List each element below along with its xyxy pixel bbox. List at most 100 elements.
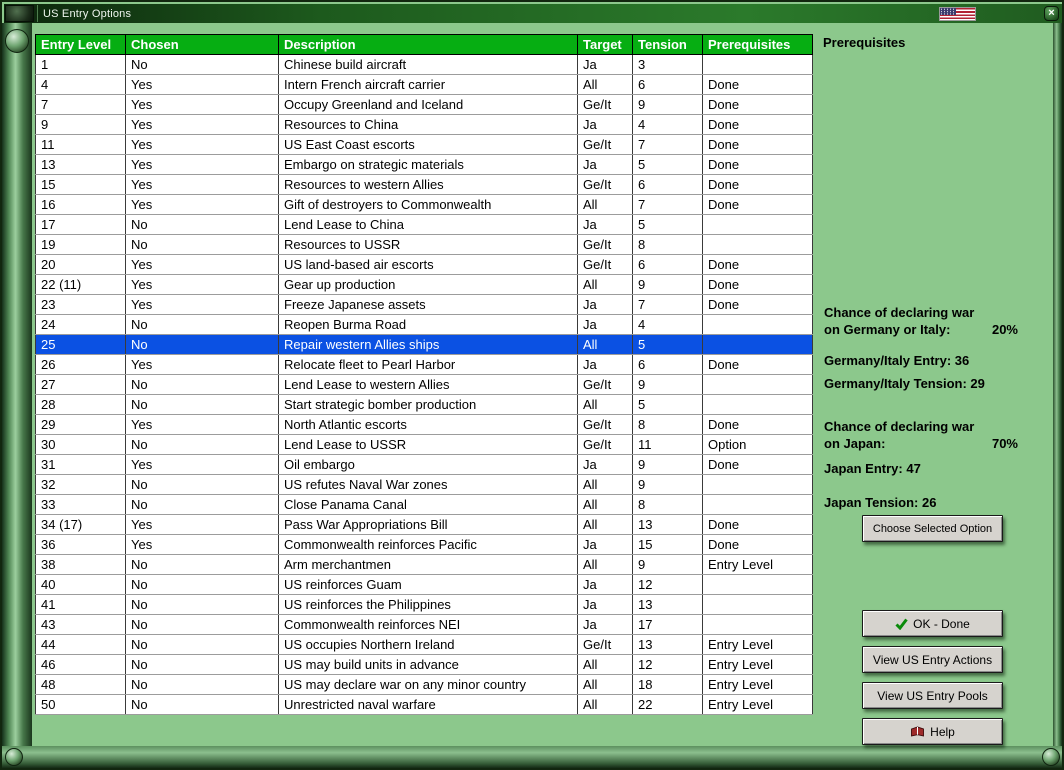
cell-chosen: Yes (125, 114, 279, 135)
cell-chosen: No (125, 474, 279, 495)
cell-tension: 9 (632, 554, 703, 575)
cell-prerequisites (702, 594, 813, 615)
cell-description: Lend Lease to western Allies (278, 374, 578, 395)
table-row[interactable]: 43 No Commonwealth reinforces NEI Ja 17 (35, 614, 813, 635)
cell-description: Gift of destroyers to Commonwealth (278, 194, 578, 215)
japan-chance-line1: Chance of declaring war (824, 419, 975, 434)
app-emblem-icon (5, 5, 34, 22)
table-row[interactable]: 29 Yes North Atlantic escorts Ge/It 8 Do… (35, 414, 813, 435)
table-row[interactable]: 9 Yes Resources to China Ja 4 Done (35, 114, 813, 135)
table-row[interactable]: 34 (17) Yes Pass War Appropriations Bill… (35, 514, 813, 535)
cell-prerequisites (702, 314, 813, 335)
table-row[interactable]: 38 No Arm merchantmen All 9 Entry Level (35, 554, 813, 575)
table-row[interactable]: 24 No Reopen Burma Road Ja 4 (35, 314, 813, 335)
cell-prerequisites: Done (702, 294, 813, 315)
cell-target: Ja (577, 154, 633, 175)
cell-prerequisites: Done (702, 134, 813, 155)
cell-description: Lend Lease to China (278, 214, 578, 235)
table-row[interactable]: 40 No US reinforces Guam Ja 12 (35, 574, 813, 595)
ok-done-button[interactable]: OK - Done (862, 610, 1003, 637)
cell-entry-level: 44 (35, 634, 126, 655)
cell-entry-level: 24 (35, 314, 126, 335)
header-description: Description (278, 34, 578, 55)
cell-entry-level: 27 (35, 374, 126, 395)
view-us-entry-actions-button[interactable]: View US Entry Actions (862, 646, 1003, 673)
table-row[interactable]: 41 No US reinforces the Philippines Ja 1… (35, 594, 813, 615)
cell-description: Gear up production (278, 274, 578, 295)
cell-target: Ge/It (577, 634, 633, 655)
table-row[interactable]: 23 Yes Freeze Japanese assets Ja 7 Done (35, 294, 813, 315)
japan-entry: Japan Entry: 47 (824, 461, 921, 476)
cell-chosen: No (125, 494, 279, 515)
cell-prerequisites: Entry Level (702, 674, 813, 695)
cell-tension: 6 (632, 354, 703, 375)
table-row[interactable]: 16 Yes Gift of destroyers to Commonwealt… (35, 194, 813, 215)
table-row[interactable]: 11 Yes US East Coast escorts Ge/It 7 Don… (35, 134, 813, 155)
table-row[interactable]: 27 No Lend Lease to western Allies Ge/It… (35, 374, 813, 395)
cell-prerequisites: Done (702, 514, 813, 535)
table-row[interactable]: 36 Yes Commonwealth reinforces Pacific J… (35, 534, 813, 555)
cell-description: US East Coast escorts (278, 134, 578, 155)
us-flag-icon (939, 7, 976, 21)
help-button[interactable]: Help (862, 718, 1003, 745)
cell-prerequisites: Done (702, 194, 813, 215)
cell-chosen: No (125, 694, 279, 715)
cell-chosen: No (125, 234, 279, 255)
cell-description: Relocate fleet to Pearl Harbor (278, 354, 578, 375)
cell-prerequisites: Done (702, 174, 813, 195)
table-row[interactable]: 15 Yes Resources to western Allies Ge/It… (35, 174, 813, 195)
cell-entry-level: 29 (35, 414, 126, 435)
table-row[interactable]: 50 No Unrestricted naval warfare All 22 … (35, 694, 813, 715)
cell-prerequisites (702, 54, 813, 75)
table-row[interactable]: 25 No Repair western Allies ships All 5 (35, 334, 813, 355)
table-row[interactable]: 13 Yes Embargo on strategic materials Ja… (35, 154, 813, 175)
cell-tension: 8 (632, 414, 703, 435)
header-tension: Tension (632, 34, 703, 55)
cell-entry-level: 15 (35, 174, 126, 195)
cell-chosen: Yes (125, 154, 279, 175)
cell-description: US occupies Northern Ireland (278, 634, 578, 655)
cell-prerequisites: Done (702, 94, 813, 115)
table-row[interactable]: 26 Yes Relocate fleet to Pearl Harbor Ja… (35, 354, 813, 375)
cell-target: All (577, 474, 633, 495)
table-row[interactable]: 28 No Start strategic bomber production … (35, 394, 813, 415)
cell-prerequisites: Done (702, 534, 813, 555)
table-row[interactable]: 4 Yes Intern French aircraft carrier All… (35, 74, 813, 95)
cell-tension: 8 (632, 234, 703, 255)
cell-tension: 9 (632, 454, 703, 475)
cell-description: Embargo on strategic materials (278, 154, 578, 175)
cell-chosen: No (125, 394, 279, 415)
table-row[interactable]: 1 No Chinese build aircraft Ja 3 (35, 54, 813, 75)
cell-prerequisites: Done (702, 154, 813, 175)
cell-target: Ja (577, 114, 633, 135)
table-row[interactable]: 7 Yes Occupy Greenland and Iceland Ge/It… (35, 94, 813, 115)
table-row[interactable]: 30 No Lend Lease to USSR Ge/It 11 Option (35, 434, 813, 455)
germany-italy-tension: Germany/Italy Tension: 29 (824, 376, 985, 391)
table-row[interactable]: 17 No Lend Lease to China Ja 5 (35, 214, 813, 235)
cell-description: North Atlantic escorts (278, 414, 578, 435)
cell-chosen: Yes (125, 254, 279, 275)
cell-tension: 15 (632, 534, 703, 555)
table-row[interactable]: 48 No US may declare war on any minor co… (35, 674, 813, 695)
cell-tension: 4 (632, 314, 703, 335)
green-check-icon (895, 618, 908, 630)
cell-chosen: No (125, 434, 279, 455)
table-row[interactable]: 46 No US may build units in advance All … (35, 654, 813, 675)
table-row[interactable]: 44 No US occupies Northern Ireland Ge/It… (35, 634, 813, 655)
choose-selected-option-button[interactable]: Choose Selected Option (862, 515, 1003, 542)
cell-tension: 9 (632, 274, 703, 295)
table-row[interactable]: 22 (11) Yes Gear up production All 9 Don… (35, 274, 813, 295)
table-row[interactable]: 32 No US refutes Naval War zones All 9 (35, 474, 813, 495)
cell-description: Close Panama Canal (278, 494, 578, 515)
cell-prerequisites: Done (702, 254, 813, 275)
view-us-entry-pools-button[interactable]: View US Entry Pools (862, 682, 1003, 709)
close-icon[interactable]: × (1044, 6, 1059, 21)
cell-chosen: No (125, 634, 279, 655)
table-row[interactable]: 19 No Resources to USSR Ge/It 8 (35, 234, 813, 255)
japan-tension-value: 26 (922, 495, 937, 510)
cell-chosen: No (125, 214, 279, 235)
table-row[interactable]: 20 Yes US land-based air escorts Ge/It 6… (35, 254, 813, 275)
table-row[interactable]: 31 Yes Oil embargo Ja 9 Done (35, 454, 813, 475)
table-row[interactable]: 33 No Close Panama Canal All 8 (35, 494, 813, 515)
cell-prerequisites (702, 494, 813, 515)
